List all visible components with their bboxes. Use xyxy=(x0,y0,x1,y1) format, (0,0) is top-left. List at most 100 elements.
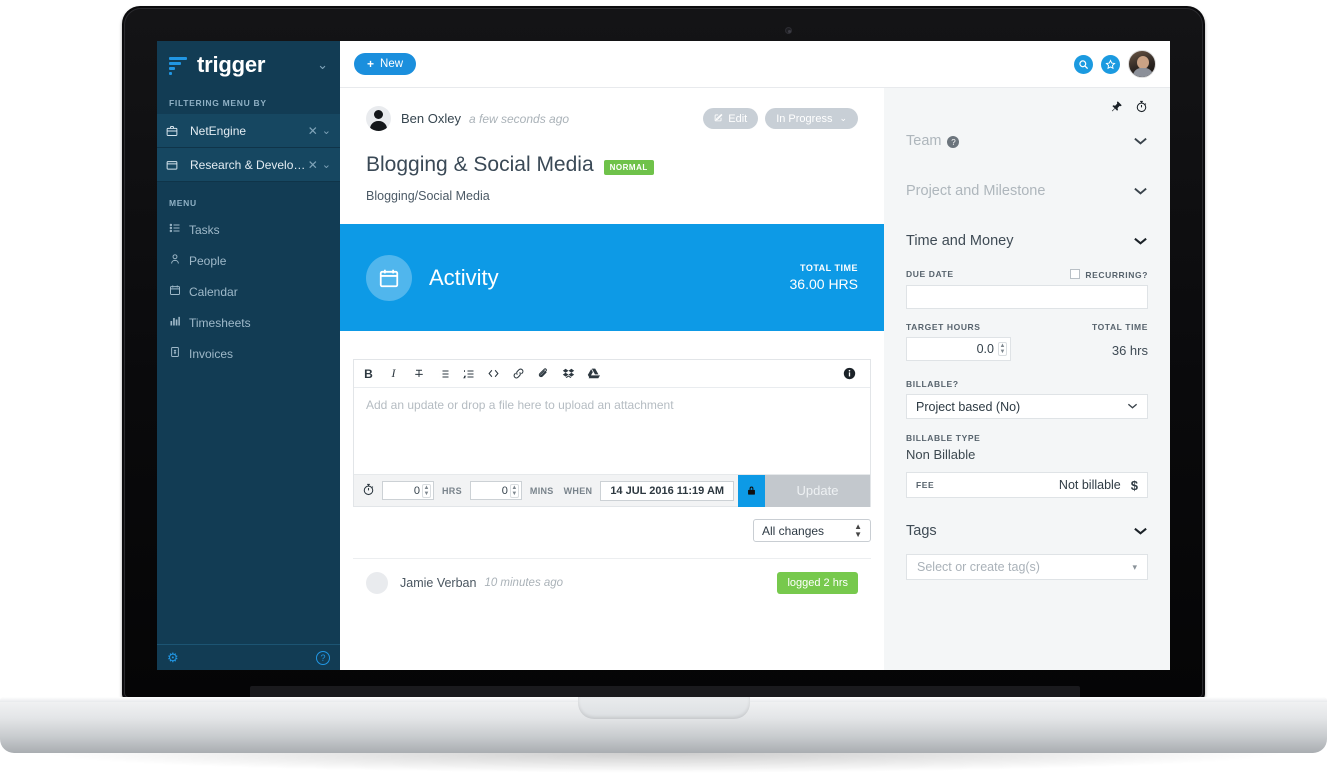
folder-icon xyxy=(166,159,184,171)
section-team[interactable]: Team ? xyxy=(906,116,1148,166)
task-author: Ben Oxley xyxy=(401,111,461,126)
star-icon[interactable] xyxy=(1101,54,1120,74)
target-hours-field: TARGET HOURS TOTAL TIME 0.0 ▲ ▼ 36 hrs xyxy=(906,322,1148,361)
dropbox-icon[interactable] xyxy=(556,360,581,387)
changes-select[interactable]: All changes ▲ ▼ xyxy=(753,519,871,542)
stepper-arrows-icon[interactable]: ▲ ▼ xyxy=(998,342,1007,356)
author-avatar xyxy=(366,106,391,131)
bold-icon[interactable]: B xyxy=(356,360,381,387)
chevron-down-icon[interactable]: ⌄ xyxy=(322,124,331,137)
help-icon[interactable]: ? xyxy=(316,650,330,665)
briefcase-icon xyxy=(166,125,184,137)
checkbox-icon[interactable] xyxy=(1070,269,1081,279)
chevron-down-icon[interactable] xyxy=(1133,233,1148,250)
avatar[interactable] xyxy=(1128,50,1156,78)
fee-field[interactable]: FEE Not billable $ xyxy=(906,472,1148,498)
sidebar-item-tasks[interactable]: Tasks xyxy=(157,214,340,245)
sidebar-item-calendar[interactable]: Calendar xyxy=(157,276,340,307)
sidebar-item-label: Calendar xyxy=(189,284,238,299)
hours-header: TARGET HOURS TOTAL TIME xyxy=(906,322,1148,332)
brand[interactable]: trigger ⌄ xyxy=(157,41,340,88)
tags-placeholder: Select or create tag(s) xyxy=(917,560,1040,574)
laptop-shadow xyxy=(36,753,1291,773)
recurring-checkbox[interactable]: RECURRING? xyxy=(1070,268,1148,280)
sidebar-item-timesheets[interactable]: Timesheets xyxy=(157,307,340,338)
minutes-stepper[interactable]: 0 ▲ ▼ xyxy=(469,481,522,500)
stepper-arrows-icon[interactable]: ▲ ▼ xyxy=(509,484,519,498)
screenshot-stage: trigger ⌄ FILTERING MENU BY NetEngine ✕ … xyxy=(0,0,1327,776)
filter-item-research[interactable]: Research & Develo… ✕ ⌄ xyxy=(157,148,340,182)
filter-item-netengine[interactable]: NetEngine ✕ ⌄ xyxy=(157,114,340,148)
select-arrows-icon: ▲ ▼ xyxy=(854,521,862,539)
new-button[interactable]: + New xyxy=(354,53,417,75)
menu-label: MENU xyxy=(169,198,197,208)
billable-type-label: BILLABLE TYPE xyxy=(906,433,981,443)
log-timestamp: 10 minutes ago xyxy=(484,577,564,589)
fee-label: FEE xyxy=(916,480,935,490)
chevron-down-icon xyxy=(1127,401,1138,413)
sidebar-footer: ⚙ ? xyxy=(157,644,340,670)
brand-name: trigger xyxy=(197,51,266,77)
topbar: + New xyxy=(340,41,1170,88)
section-tags[interactable]: Tags xyxy=(906,506,1148,556)
billable-select[interactable]: Project based (No) xyxy=(906,394,1148,419)
activity-title: Activity xyxy=(429,264,499,290)
tags-select[interactable]: Select or create tag(s) ▾ xyxy=(906,554,1148,580)
changes-select-value: All changes xyxy=(762,523,825,538)
stopwatch-icon[interactable] xyxy=(362,483,375,499)
sidebar-item-invoices[interactable]: Invoices xyxy=(157,338,340,369)
task-meta-row: Ben Oxley a few seconds ago Edit In Prog… xyxy=(366,106,858,131)
chevron-down-icon[interactable] xyxy=(1133,183,1148,200)
help-icon-glyph: ? xyxy=(320,652,326,663)
search-icon[interactable] xyxy=(1074,54,1093,74)
google-drive-icon[interactable] xyxy=(581,360,606,387)
close-icon[interactable]: ✕ xyxy=(308,124,322,138)
link-icon[interactable] xyxy=(506,360,531,387)
laptop-base-notch xyxy=(578,697,750,719)
minutes-unit-label: MINS xyxy=(529,485,554,496)
italic-icon[interactable]: I xyxy=(381,360,406,387)
help-icon[interactable]: ? xyxy=(947,136,960,148)
section-project-milestone[interactable]: Project and Milestone xyxy=(906,166,1148,216)
when-date-input[interactable]: 14 JUL 2016 11:19 AM xyxy=(600,480,735,501)
recurring-label: RECURRING? xyxy=(1085,270,1148,280)
billable-field: BILLABLE? Project based (No) xyxy=(906,379,1148,419)
close-icon[interactable]: ✕ xyxy=(308,158,322,172)
gear-icon[interactable]: ⚙ xyxy=(167,650,179,666)
strikethrough-icon[interactable] xyxy=(406,360,431,387)
pin-icon[interactable] xyxy=(1110,100,1123,116)
section-time-money[interactable]: Time and Money xyxy=(906,216,1148,266)
target-hours-stepper[interactable]: 0.0 ▲ ▼ xyxy=(906,337,1011,361)
status-dropdown[interactable]: In Progress ⌄ xyxy=(765,108,858,129)
chevron-down-icon: ▾ xyxy=(1132,561,1137,572)
sidebar-item-people[interactable]: People xyxy=(157,245,340,276)
update-button[interactable]: Update xyxy=(765,474,870,507)
timer-icon[interactable] xyxy=(1135,100,1148,116)
chevron-down-icon[interactable] xyxy=(1133,133,1148,150)
chevron-down-icon[interactable] xyxy=(1133,523,1148,540)
numbered-list-icon[interactable] xyxy=(456,360,481,387)
edit-button[interactable]: Edit xyxy=(703,108,759,129)
app-screen: trigger ⌄ FILTERING MENU BY NetEngine ✕ … xyxy=(157,41,1170,670)
main-content: Ben Oxley a few seconds ago Edit In Prog… xyxy=(340,88,884,670)
total-time-value: 36 hrs xyxy=(1111,343,1148,358)
due-date-input[interactable] xyxy=(906,285,1148,309)
filter-label: NetEngine xyxy=(190,123,247,138)
section-title: Team xyxy=(906,133,942,149)
due-date-label: DUE DATE xyxy=(906,269,954,279)
chevron-down-icon[interactable]: ⌄ xyxy=(317,57,328,73)
update-editor: B I Add an update or drop a file here to… xyxy=(353,359,871,507)
code-icon[interactable] xyxy=(481,360,506,387)
lock-icon[interactable] xyxy=(738,474,765,507)
chevron-down-icon[interactable]: ⌄ xyxy=(322,158,331,171)
target-hours-label: TARGET HOURS xyxy=(906,322,981,332)
update-textarea[interactable]: Add an update or drop a file here to upl… xyxy=(354,388,870,474)
hours-stepper[interactable]: 0 ▲ ▼ xyxy=(382,481,434,500)
info-icon[interactable] xyxy=(837,360,862,387)
bullet-list-icon[interactable] xyxy=(431,360,456,387)
stepper-arrows-icon[interactable]: ▲ ▼ xyxy=(422,484,431,498)
attachment-icon[interactable] xyxy=(531,360,556,387)
billable-type-value: Non Billable xyxy=(906,447,976,462)
hours-value: 0 xyxy=(413,484,420,497)
section-title: Project and Milestone xyxy=(906,183,1046,199)
